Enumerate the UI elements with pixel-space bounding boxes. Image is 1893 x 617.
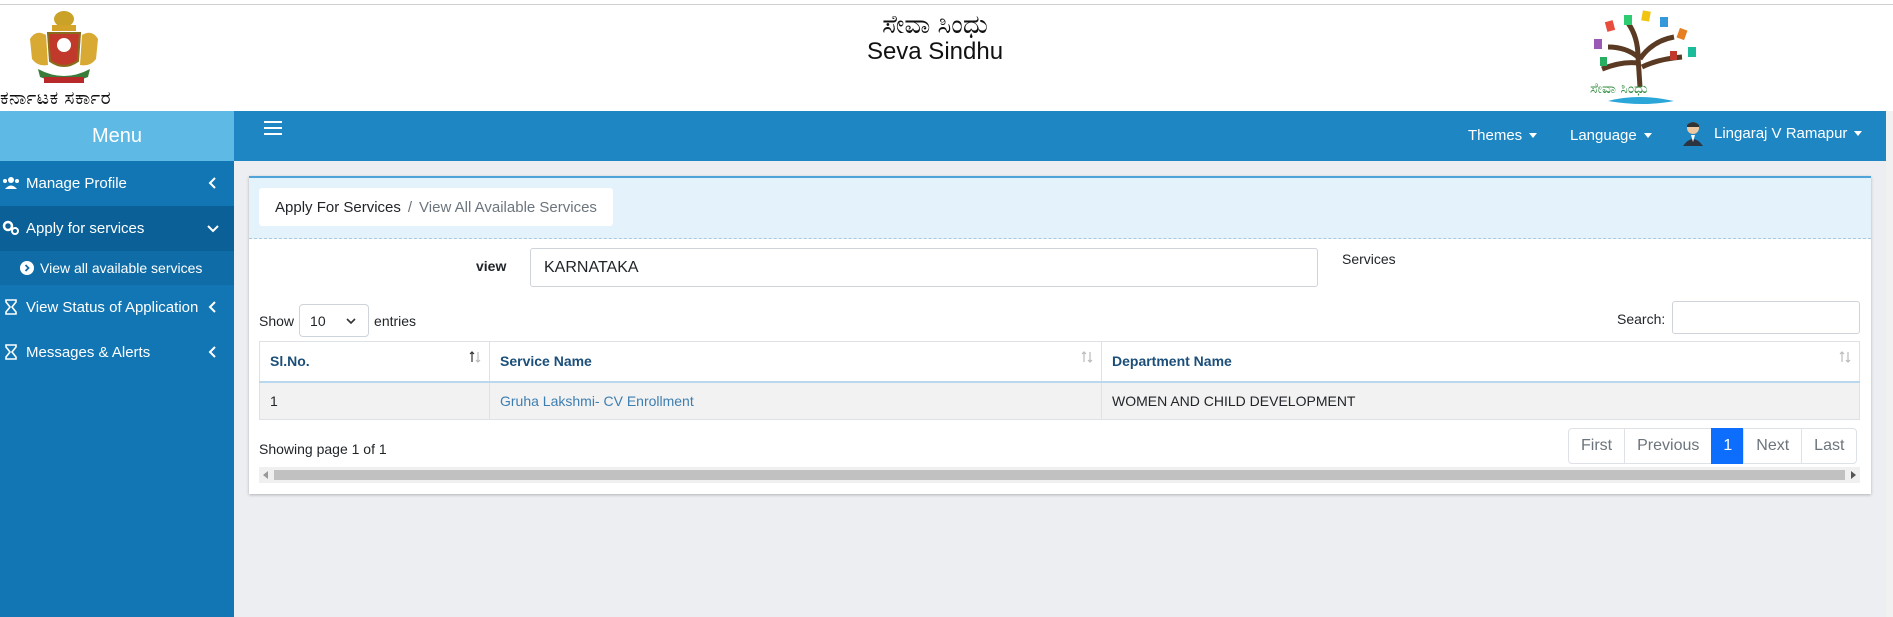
caret-down-icon <box>1529 133 1538 138</box>
view-label: view <box>476 258 507 274</box>
breadcrumb-current: View All Available Services <box>419 198 597 216</box>
themes-label: Themes <box>1468 127 1523 144</box>
chevron-down-icon <box>346 318 356 325</box>
chevron-down-icon <box>207 225 219 233</box>
services-label: Services <box>1342 251 1396 267</box>
app-root: ಕರ್ನಾಟಕ ಸರ್ಕಾರ ಸೇವಾ ಸಿಂಧು Seva Sindhu ಸೇ… <box>0 0 1893 617</box>
cell-department: WOMEN AND CHILD DEVELOPMENT <box>1101 381 1860 420</box>
sort-icon <box>1081 351 1093 363</box>
column-header-slno[interactable]: Sl.No. <box>259 341 490 383</box>
karnataka-emblem-icon <box>30 11 98 83</box>
column-header-service-name[interactable]: Service Name <box>489 341 1102 383</box>
menu-title: Menu <box>0 111 234 161</box>
pagination-page-1[interactable]: 1 <box>1711 428 1745 464</box>
entries-length-control: Show 10 entries <box>259 304 416 337</box>
sidebar-item-label: View all available services <box>40 260 203 276</box>
pagination-next[interactable]: Next <box>1743 428 1803 464</box>
scrollbar-thumb[interactable] <box>274 470 1845 480</box>
sidebar-item-label: View Status of Application <box>26 299 199 316</box>
pagination-previous[interactable]: Previous <box>1624 428 1713 464</box>
breadcrumb: Apply For Services / View All Available … <box>259 188 613 226</box>
table-info: Showing page 1 of 1 <box>259 441 387 457</box>
caret-down-icon <box>1643 133 1652 138</box>
users-icon <box>3 177 19 189</box>
entries-select-value: 10 <box>310 312 326 329</box>
services-table: Sl.No. Service Name Department Name 1 Gr… <box>259 341 1860 420</box>
site-title-kannada: ಸೇವಾ ಸಿಂಧು <box>882 9 988 39</box>
entries-select[interactable]: 10 <box>299 304 370 337</box>
card-header: Apply For Services / View All Available … <box>249 178 1871 239</box>
page-scrollbar[interactable] <box>1886 111 1893 617</box>
site-title-english: Seva Sindhu <box>866 38 1004 65</box>
chevron-left-icon <box>208 177 216 189</box>
entries-label: entries <box>374 312 417 329</box>
pagination-first[interactable]: First <box>1568 428 1626 464</box>
table-horizontal-scrollbar[interactable] <box>259 467 1860 483</box>
column-header-label: Service Name <box>500 353 592 370</box>
hourglass-icon <box>5 299 17 315</box>
table-row: 1 Gruha Lakshmi- CV Enrollment WOMEN AND… <box>259 381 1860 420</box>
sidebar-item-label: Apply for services <box>26 220 145 237</box>
chevron-circle-icon <box>20 261 34 275</box>
site-header: ಕರ್ನಾಟಕ ಸರ್ಕಾರ ಸೇವಾ ಸಿಂಧು Seva Sindhu ಸೇ… <box>0 5 1893 111</box>
sort-icon <box>1839 351 1851 363</box>
column-header-label: Department Name <box>1112 353 1232 370</box>
chevron-left-icon <box>208 346 216 358</box>
user-avatar-icon <box>1683 122 1703 146</box>
view-state-field[interactable]: KARNATAKA <box>530 248 1318 287</box>
language-dropdown[interactable]: Language <box>1570 127 1652 144</box>
sidebar-item-manage-profile[interactable]: Manage Profile <box>0 161 234 206</box>
seva-sindhu-logo-icon: ಸೇವಾ ಸಿಂಧು <box>1590 10 1696 104</box>
breadcrumb-separator: / <box>407 198 413 216</box>
themes-dropdown[interactable]: Themes <box>1468 127 1538 144</box>
cell-slno: 1 <box>259 381 490 420</box>
logo-text: ಸೇವಾ ಸಿಂಧು <box>1590 81 1648 97</box>
services-card: Apply For Services / View All Available … <box>249 176 1871 494</box>
pagination: First Previous 1 Next Last <box>1568 428 1858 464</box>
show-label: Show <box>259 312 295 329</box>
table-header-row: Sl.No. Service Name Department Name <box>259 341 1860 383</box>
breadcrumb-apply-services[interactable]: Apply For Services <box>275 199 401 216</box>
sidebar-item-label: Manage Profile <box>26 175 127 192</box>
column-header-department-name[interactable]: Department Name <box>1101 341 1860 383</box>
sort-icon <box>469 351 481 363</box>
service-name-link[interactable]: Gruha Lakshmi- CV Enrollment <box>489 381 1102 420</box>
user-dropdown[interactable]: Lingaraj V Ramapur <box>1682 120 1863 146</box>
scroll-right-arrow-icon[interactable] <box>1851 471 1856 479</box>
language-label: Language <box>1570 127 1637 144</box>
government-text: ಕರ್ನಾಟಕ ಸರ್ಕಾರ <box>0 88 112 109</box>
sidebar-item-apply-services[interactable]: Apply for services <box>0 206 234 251</box>
sidebar-item-label: Messages & Alerts <box>26 344 151 361</box>
scroll-left-arrow-icon[interactable] <box>263 471 268 479</box>
caret-down-icon <box>1854 130 1863 136</box>
sidebar-item-view-status[interactable]: View Status of Application <box>0 285 234 330</box>
column-header-label: Sl.No. <box>270 353 310 370</box>
pagination-last[interactable]: Last <box>1801 428 1858 464</box>
search-label: Search: <box>1617 311 1666 327</box>
hamburger-menu-icon[interactable] <box>264 121 282 137</box>
chevron-left-icon <box>208 301 216 313</box>
sidebar: Menu Manage Profile Apply for services V… <box>0 111 234 617</box>
search-input[interactable] <box>1672 301 1860 334</box>
sidebar-item-messages-alerts[interactable]: Messages & Alerts <box>0 330 234 375</box>
top-navbar: Themes Language Lingaraj V Ramapur <box>234 111 1886 161</box>
hourglass-icon <box>5 344 17 360</box>
user-name: Lingaraj V Ramapur <box>1714 124 1848 142</box>
gears-icon <box>2 220 19 235</box>
sidebar-subitem-view-all-services[interactable]: View all available services <box>0 251 234 285</box>
